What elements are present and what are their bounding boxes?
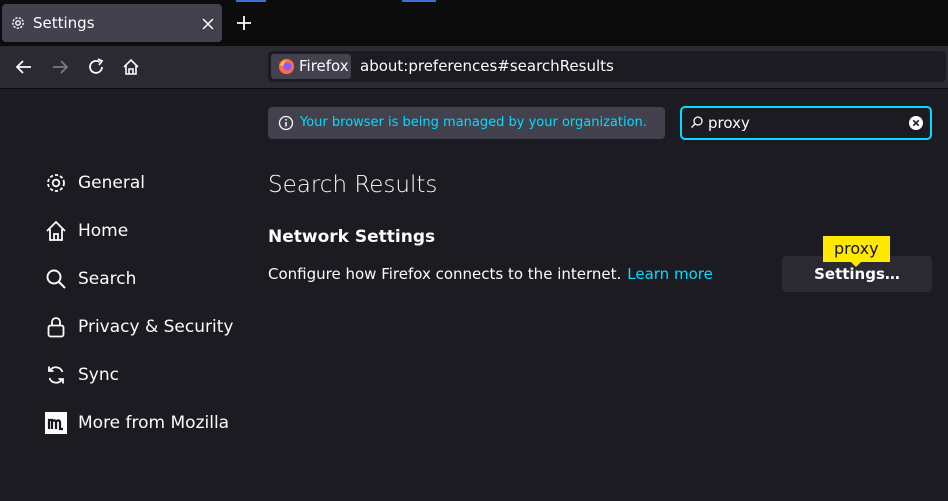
sidebar-item-privacy-security[interactable]: Privacy & Security <box>44 312 233 342</box>
tab-settings[interactable]: Settings <box>2 4 222 42</box>
network-settings-description: Configure how Firefox connects to the in… <box>268 265 713 283</box>
tab-title: Settings <box>33 14 95 32</box>
tab-strip-accent <box>236 0 266 2</box>
preferences-search-box[interactable] <box>680 106 932 140</box>
sidebar-item-label: General <box>78 173 145 193</box>
identity-label: Firefox <box>299 57 349 75</box>
search-highlight-tooltip: proxy <box>823 236 890 262</box>
url-text[interactable]: about:preferences#searchResults <box>360 57 614 75</box>
settings-button-label: Settings… <box>814 265 900 283</box>
sidebar-item-home[interactable]: Home <box>44 216 128 246</box>
preferences-page: Your browser is being managed by your or… <box>0 89 948 501</box>
sidebar-item-label: More from Mozilla <box>78 413 230 433</box>
home-icon <box>46 220 66 241</box>
url-bar[interactable]: Firefox about:preferences#searchResults <box>268 51 946 82</box>
search-results-heading: Search Results <box>268 172 438 198</box>
info-icon <box>278 115 294 131</box>
policy-text[interactable]: Your browser is being managed by your or… <box>300 115 647 130</box>
navigation-toolbar: Firefox about:preferences#searchResults <box>0 46 948 89</box>
policy-notice[interactable]: Your browser is being managed by your or… <box>268 107 665 139</box>
search-input[interactable] <box>708 111 898 135</box>
search-highlight-arrow <box>850 261 862 267</box>
sidebar-item-label: Home <box>78 221 129 241</box>
forward-button[interactable] <box>49 56 71 78</box>
sidebar-item-general[interactable]: General <box>44 168 145 198</box>
sync-icon <box>48 366 64 384</box>
sidebar-item-label: Sync <box>78 365 119 385</box>
home-button[interactable] <box>120 56 142 78</box>
gear-icon <box>12 17 24 29</box>
reload-button[interactable] <box>85 56 107 78</box>
sidebar-item-sync[interactable]: Sync <box>44 360 119 390</box>
network-settings-heading: Network Settings <box>268 227 436 247</box>
close-icon[interactable] <box>201 17 215 31</box>
sidebar-item-search[interactable]: Search <box>44 264 136 294</box>
description-text: Configure how Firefox connects to the in… <box>268 265 622 283</box>
sidebar-item-label: Search <box>78 269 137 289</box>
sidebar-item-more-from-mozilla[interactable]: More from Mozilla <box>44 408 229 438</box>
search-icon <box>46 269 66 289</box>
lock-icon <box>47 317 65 338</box>
gear-icon <box>47 174 65 192</box>
identity-box[interactable]: Firefox <box>271 54 351 79</box>
mozilla-icon <box>45 412 67 434</box>
new-tab-button[interactable] <box>234 13 254 33</box>
clear-search-icon[interactable] <box>908 115 924 131</box>
learn-more-link[interactable]: Learn more <box>627 265 713 283</box>
tab-strip-accent <box>402 0 436 2</box>
search-icon <box>691 116 703 128</box>
sidebar-item-label: Privacy & Security <box>78 317 234 337</box>
tab-strip: Settings <box>0 0 948 46</box>
firefox-logo-icon <box>278 58 295 75</box>
back-button[interactable] <box>13 56 35 78</box>
